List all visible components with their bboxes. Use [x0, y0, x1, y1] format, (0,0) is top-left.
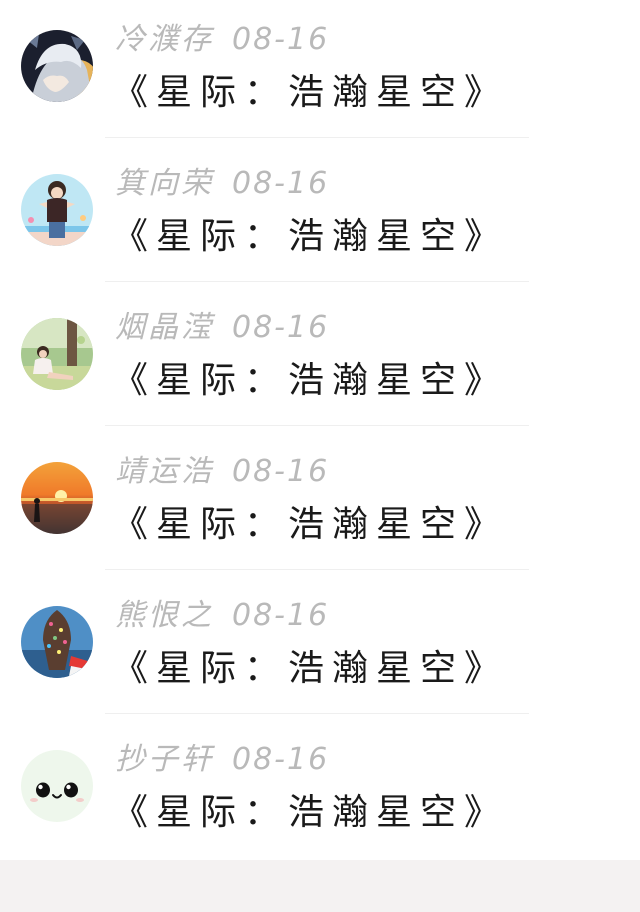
- comment-item[interactable]: 熊恨之 08-16 《星际：浩瀚星空》: [0, 576, 640, 720]
- comment-date: 08-16: [232, 742, 330, 777]
- commenter-name: 抄子轩: [115, 742, 214, 777]
- commenter-name: 冷濮存: [115, 22, 214, 57]
- comment-date: 08-16: [232, 454, 330, 489]
- divider: [105, 425, 529, 426]
- commenter-name: 熊恨之: [115, 598, 214, 633]
- comment-title[interactable]: 《星际：浩瀚星空》: [112, 356, 508, 406]
- comment-title[interactable]: 《星际：浩瀚星空》: [112, 68, 508, 118]
- smiley-face-avatar[interactable]: [21, 750, 93, 822]
- ice-cream-avatar[interactable]: [21, 606, 93, 678]
- footer-bar: [0, 860, 640, 912]
- comment-title[interactable]: 《星际：浩瀚星空》: [112, 644, 508, 694]
- commenter-name: 烟晶滢: [115, 310, 214, 345]
- commenter-name: 靖运浩: [115, 454, 214, 489]
- comment-date: 08-16: [232, 310, 330, 345]
- comment-title[interactable]: 《星际：浩瀚星空》: [112, 788, 508, 838]
- anime-boy-avatar[interactable]: [21, 30, 93, 102]
- comment-date: 08-16: [232, 166, 330, 201]
- girl-sitting-avatar[interactable]: [21, 318, 93, 390]
- comment-item[interactable]: 靖运浩 08-16 《星际：浩瀚星空》: [0, 432, 640, 576]
- divider: [105, 713, 529, 714]
- anime-girl-avatar[interactable]: [21, 174, 93, 246]
- divider: [105, 137, 529, 138]
- sunset-avatar[interactable]: [21, 462, 93, 534]
- comment-item[interactable]: 冷濮存 08-16 《星际：浩瀚星空》: [0, 0, 640, 144]
- divider: [105, 569, 529, 570]
- comment-title[interactable]: 《星际：浩瀚星空》: [112, 212, 508, 262]
- comment-item[interactable]: 抄子轩 08-16 《星际：浩瀚星空》: [0, 720, 640, 864]
- comment-date: 08-16: [232, 22, 330, 57]
- comment-item[interactable]: 箕向荣 08-16 《星际：浩瀚星空》: [0, 144, 640, 288]
- comment-list: 冷濮存 08-16 《星际：浩瀚星空》 箕向荣 08-16 《星际：浩瀚星空》 …: [0, 0, 640, 864]
- divider: [105, 281, 529, 282]
- comment-date: 08-16: [232, 598, 330, 633]
- commenter-name: 箕向荣: [115, 166, 214, 201]
- comment-item[interactable]: 烟晶滢 08-16 《星际：浩瀚星空》: [0, 288, 640, 432]
- comment-title[interactable]: 《星际：浩瀚星空》: [112, 500, 508, 550]
